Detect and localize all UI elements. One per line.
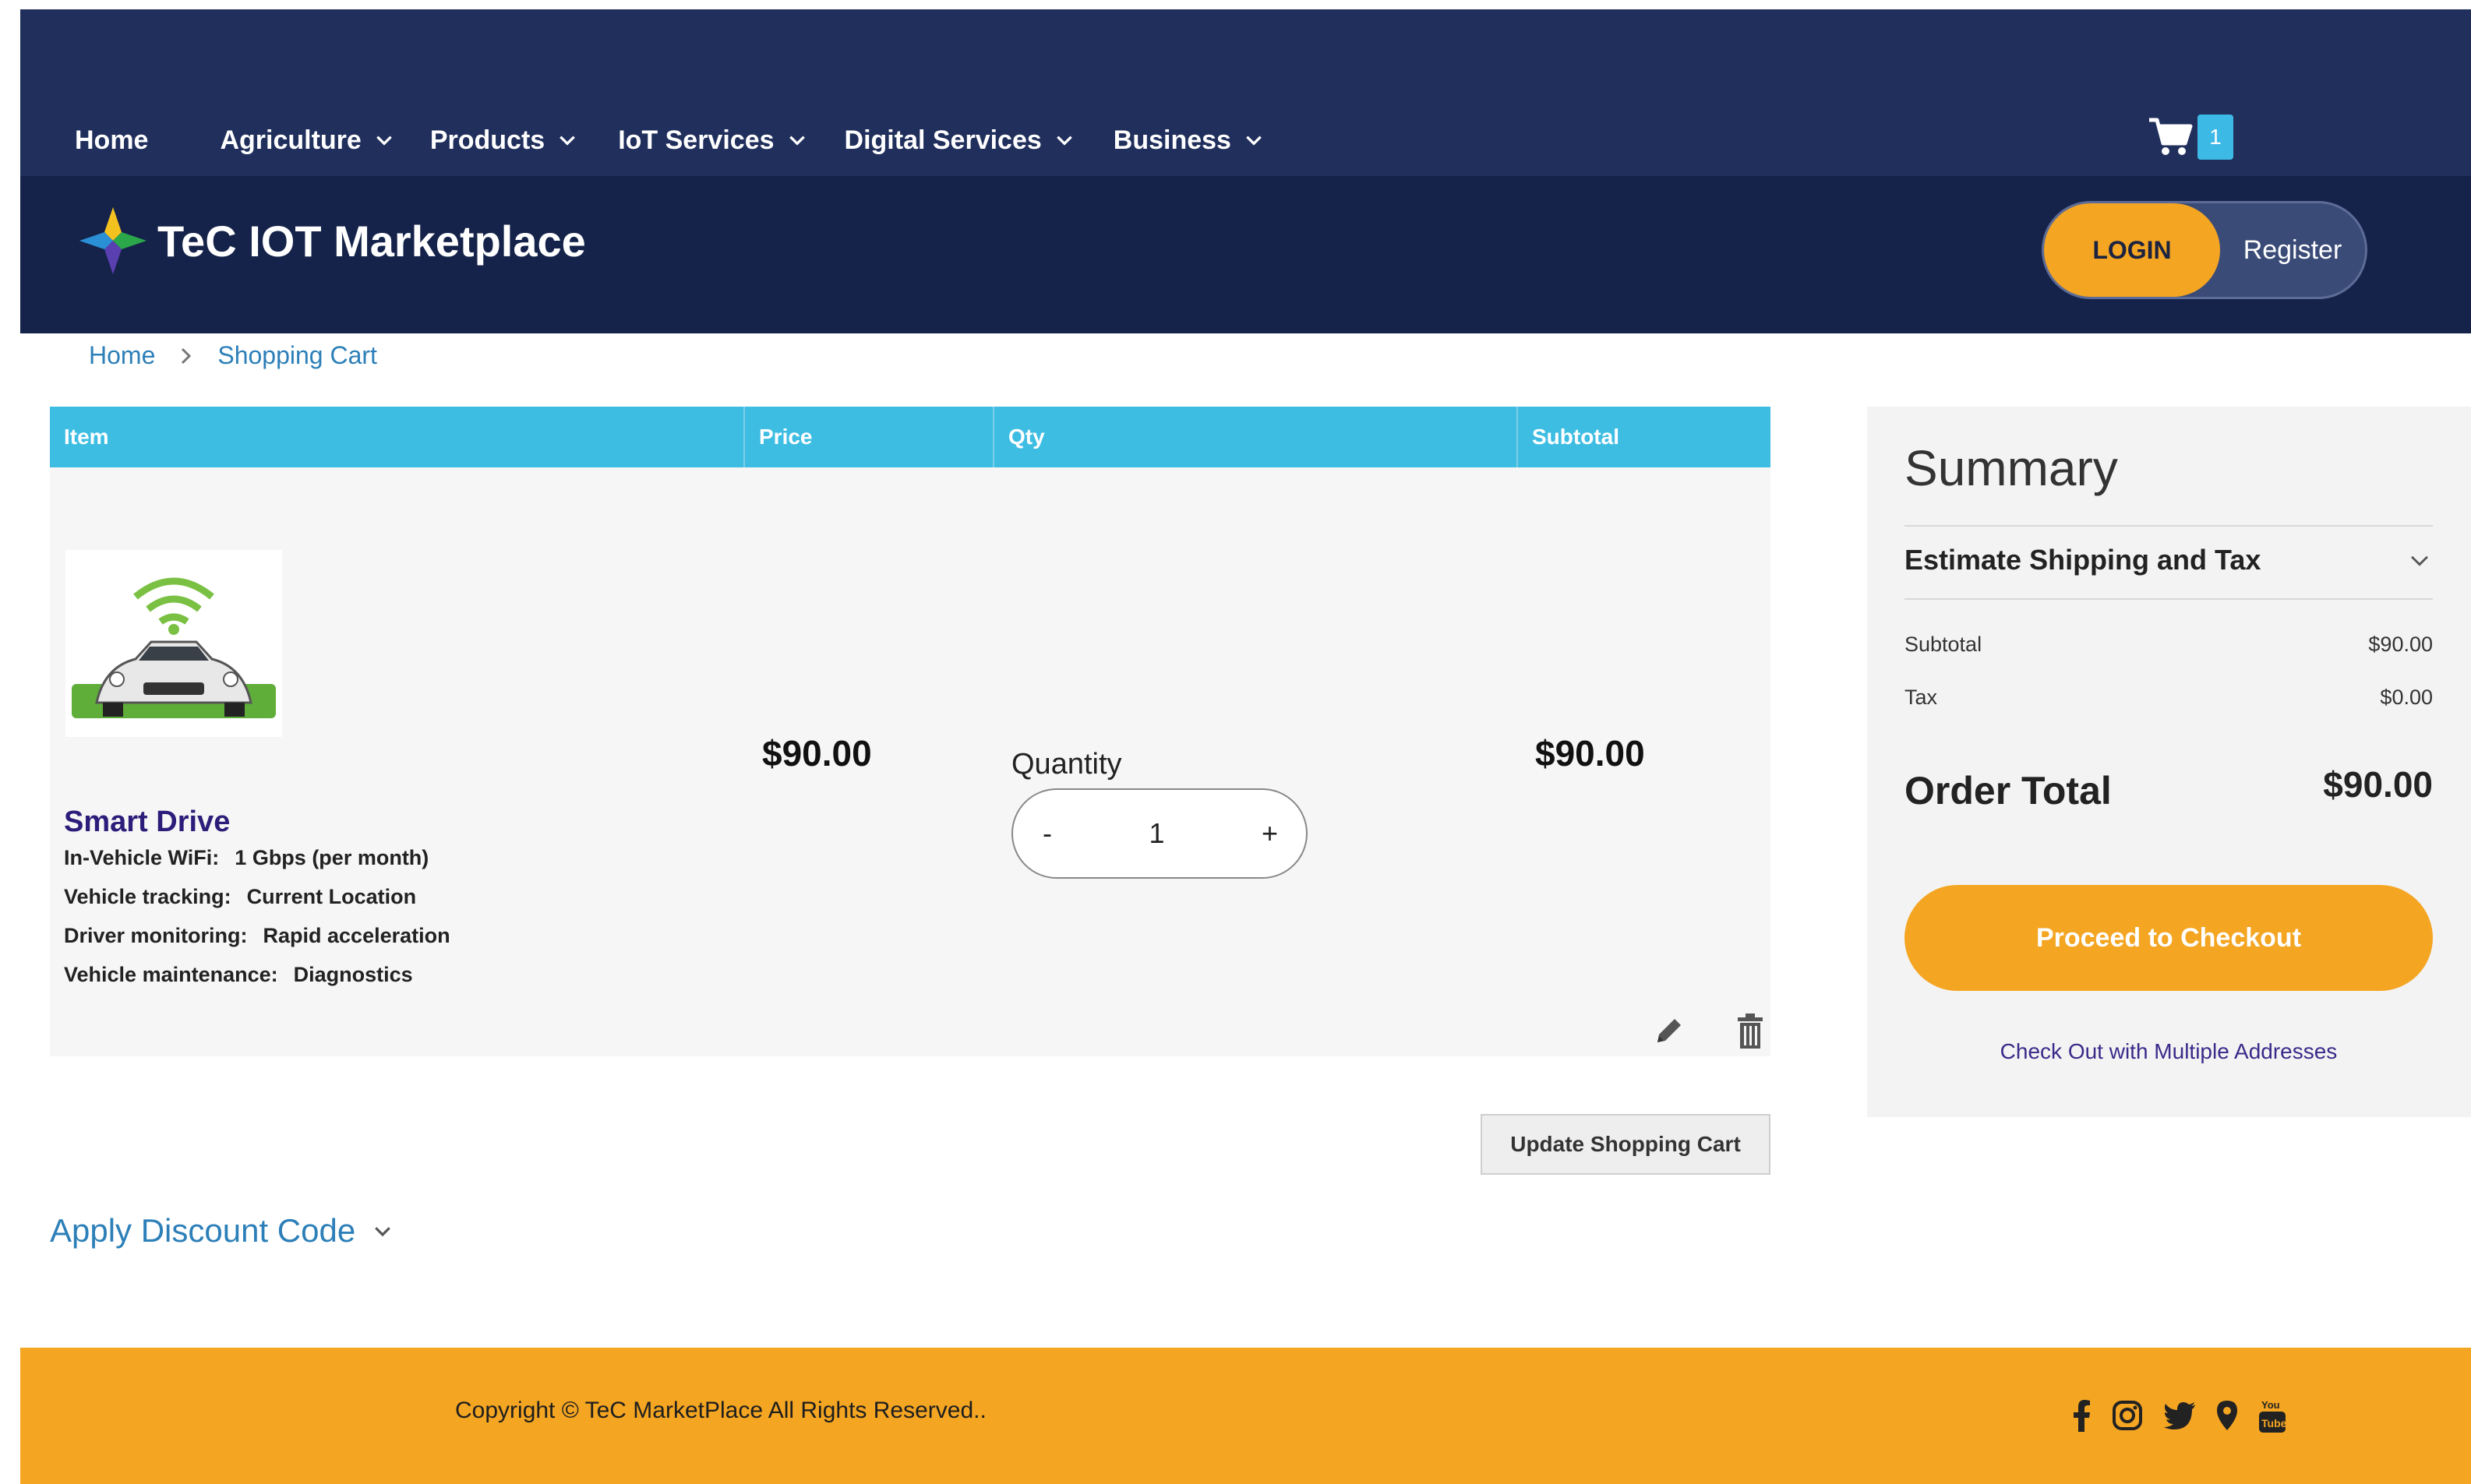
order-total-row: Order Total $90.00 <box>1904 763 2433 813</box>
option-row: In-Vehicle WiFi: 1 Gbps (per month) <box>64 846 450 885</box>
item-price: $90.00 <box>762 733 872 774</box>
nav-item-label: IoT Services <box>618 125 775 155</box>
column-header-subtotal: Subtotal <box>1532 425 1619 449</box>
chevron-right-icon <box>182 347 192 364</box>
chevron-down-icon <box>2411 555 2428 566</box>
proceed-to-checkout-button[interactable]: Proceed to Checkout <box>1904 885 2433 991</box>
smart-car-image <box>72 577 276 718</box>
summary-tax-value: $0.00 <box>2380 686 2433 709</box>
product-name[interactable]: Smart Drive <box>64 805 230 839</box>
column-header-qty: Qty <box>994 407 1518 467</box>
auth-toggle: LOGIN Register <box>2042 201 2367 299</box>
twitter-icon[interactable] <box>2163 1401 2196 1429</box>
cart-table: Item Price Qty Subtotal Smart Drive In-V… <box>50 407 1770 1056</box>
estimate-shipping-label: Estimate Shipping and Tax <box>1904 544 2261 576</box>
summary-tax-row: Tax $0.00 <box>1904 686 2433 710</box>
top-navigation: Home Agriculture Products IoT Services D… <box>20 9 2471 176</box>
breadcrumb-current[interactable]: Shopping Cart <box>217 341 377 370</box>
option-row: Driver monitoring: Rapid acceleration <box>64 924 450 963</box>
cart-icon <box>2149 118 2193 155</box>
quantity-input[interactable]: 1 <box>1149 817 1164 850</box>
nav-item-label: Agriculture <box>220 125 362 155</box>
item-subtotal: $90.00 <box>1535 733 1645 774</box>
column-header-item: Item <box>50 407 745 467</box>
table-header: Item Price Qty Subtotal <box>50 407 1770 467</box>
table-row: Smart Drive In-Vehicle WiFi: 1 Gbps (per… <box>50 467 1770 1056</box>
divider <box>1904 598 2433 600</box>
svg-text:Tube: Tube <box>2261 1417 2286 1429</box>
register-button[interactable]: Register <box>2220 235 2365 266</box>
option-label: Driver monitoring: <box>64 924 248 947</box>
option-row: Vehicle tracking: Current Location <box>64 885 450 924</box>
product-image[interactable] <box>65 550 282 737</box>
chevron-down-icon <box>376 136 392 146</box>
apply-discount-toggle[interactable]: Apply Discount Code <box>50 1212 394 1250</box>
nav-item-agriculture[interactable]: Agriculture <box>220 125 394 156</box>
chevron-down-icon <box>375 1227 391 1237</box>
summary-tax-label: Tax <box>1904 686 1938 709</box>
update-cart-button[interactable]: Update Shopping Cart <box>1481 1114 1770 1175</box>
option-row: Vehicle maintenance: Diagnostics <box>64 963 450 1002</box>
option-label: Vehicle tracking: <box>64 885 231 908</box>
product-options: In-Vehicle WiFi: 1 Gbps (per month) Vehi… <box>64 846 450 1002</box>
option-value: Current Location <box>246 885 417 908</box>
multiple-addresses-link[interactable]: Check Out with Multiple Addresses <box>1904 1039 2433 1064</box>
nav-item-label: Business <box>1113 125 1231 155</box>
discount-label: Apply Discount Code <box>50 1212 356 1249</box>
order-total-value: $90.00 <box>2323 764 2433 805</box>
mini-cart[interactable]: 1 <box>2148 115 2233 160</box>
main-menu: Home Agriculture Products IoT Services D… <box>75 118 1314 162</box>
social-links: You Tube <box>2071 1398 2307 1433</box>
nav-item-label: Digital Services <box>844 125 1042 155</box>
edit-icon[interactable] <box>1651 1014 1686 1049</box>
footer: Copyright © TeC MarketPlace All Rights R… <box>20 1348 2471 1484</box>
nav-item-business[interactable]: Business <box>1114 125 1264 156</box>
order-total-label: Order Total <box>1904 769 2112 812</box>
option-label: In-Vehicle WiFi: <box>64 846 220 869</box>
instagram-icon[interactable] <box>2112 1400 2143 1431</box>
summary-subtotal-label: Subtotal <box>1904 633 1982 656</box>
option-value: 1 Gbps (per month) <box>235 846 429 869</box>
option-value: Rapid acceleration <box>263 924 450 947</box>
nav-item-products[interactable]: Products <box>430 125 577 156</box>
brand-bar: TeC IOT Marketplace LOGIN Register <box>20 176 2471 333</box>
column-header-price: Price <box>745 407 994 467</box>
quantity-stepper: - 1 + <box>1011 788 1308 879</box>
nav-item-home[interactable]: Home <box>75 125 148 156</box>
option-value: Diagnostics <box>293 963 413 986</box>
chevron-down-icon <box>560 136 576 146</box>
nav-item-label: Home <box>75 125 149 155</box>
summary-title: Summary <box>1904 440 2118 496</box>
increment-button[interactable]: + <box>1262 817 1278 850</box>
nav-item-label: Products <box>429 125 545 155</box>
divider <box>1904 525 2433 527</box>
chevron-down-icon <box>789 136 805 146</box>
summary-subtotal-value: $90.00 <box>2368 633 2433 656</box>
facebook-icon[interactable] <box>2071 1399 2092 1432</box>
svg-text:You: You <box>2261 1399 2280 1411</box>
trash-icon[interactable] <box>1735 1013 1766 1050</box>
order-summary: Summary Estimate Shipping and Tax Subtot… <box>1867 407 2471 1117</box>
site-name: TeC IOT Marketplace <box>157 216 586 266</box>
nav-item-digital-services[interactable]: Digital Services <box>845 125 1075 156</box>
breadcrumb-home[interactable]: Home <box>89 341 155 370</box>
chevron-down-icon <box>1246 136 1262 146</box>
site-logo[interactable]: TeC IOT Marketplace <box>78 206 586 276</box>
copyright-text: Copyright © TeC MarketPlace All Rights R… <box>455 1398 987 1423</box>
breadcrumb: Home Shopping Cart <box>89 341 377 370</box>
option-label: Vehicle maintenance: <box>64 963 278 986</box>
chevron-down-icon <box>1056 136 1072 146</box>
decrement-button[interactable]: - <box>1043 817 1052 850</box>
summary-subtotal-row: Subtotal $90.00 <box>1904 633 2433 657</box>
login-button[interactable]: LOGIN <box>2044 203 2220 297</box>
nav-item-iot-services[interactable]: IoT Services <box>618 125 807 156</box>
youtube-icon[interactable]: You Tube <box>2258 1398 2286 1433</box>
estimate-shipping-toggle[interactable]: Estimate Shipping and Tax <box>1904 544 2433 576</box>
cart-count-badge: 1 <box>2197 115 2233 160</box>
location-icon[interactable] <box>2216 1400 2238 1431</box>
logo-icon <box>79 207 146 274</box>
quantity-label: Quantity <box>1011 748 1122 781</box>
